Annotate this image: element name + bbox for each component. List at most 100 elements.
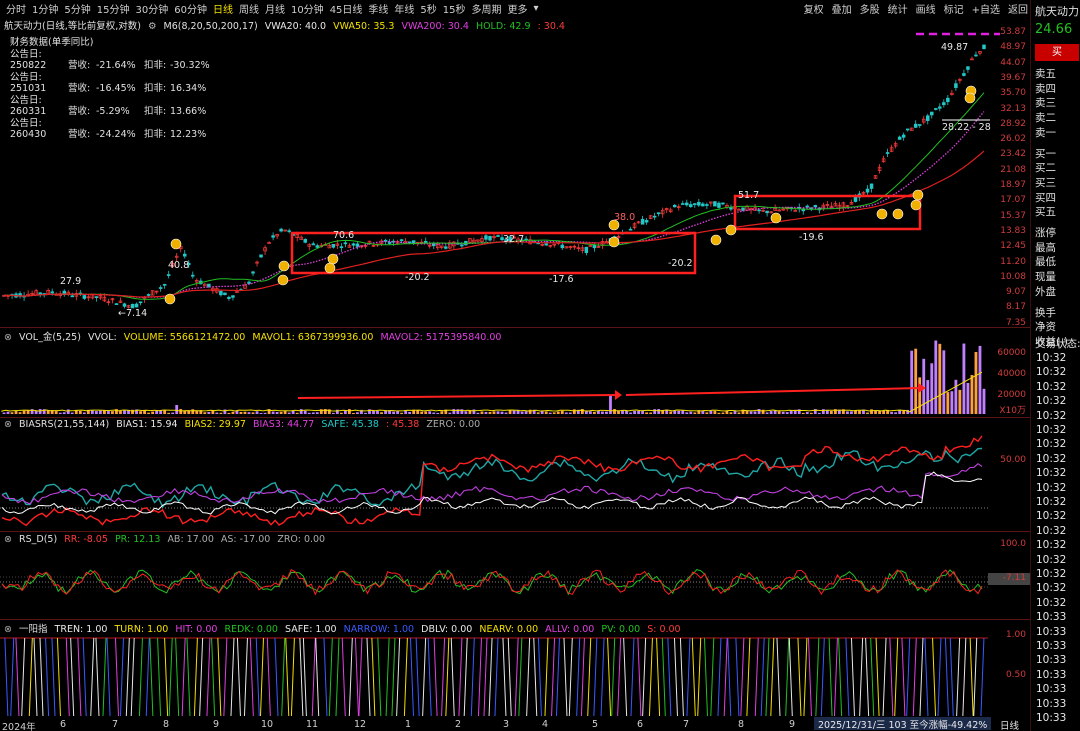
toolbar-button[interactable]: 画线 bbox=[916, 1, 936, 16]
signal-line bbox=[463, 637, 468, 717]
buy-button[interactable]: 买 bbox=[1035, 44, 1079, 61]
tab-timeframe[interactable]: 季线 bbox=[368, 1, 388, 16]
tab-timeframe[interactable]: 30分钟 bbox=[135, 1, 168, 16]
candle-body bbox=[166, 274, 171, 276]
bias-chart[interactable] bbox=[0, 418, 1030, 530]
signal-line bbox=[427, 637, 432, 717]
signal-line bbox=[937, 637, 942, 717]
date-tick-label: 12 bbox=[354, 719, 367, 730]
candle-body bbox=[930, 111, 934, 116]
chevron-down-icon[interactable]: ▾ bbox=[534, 3, 539, 14]
yiyang-chart[interactable] bbox=[0, 620, 1030, 718]
volume-bar bbox=[910, 350, 914, 414]
tab-timeframe[interactable]: 周线 bbox=[239, 1, 259, 16]
stock-name: 航天动力 bbox=[1035, 5, 1079, 18]
toolbar-button[interactable]: +自选 bbox=[972, 1, 1000, 16]
volume-bar bbox=[311, 412, 315, 414]
volume-bar bbox=[263, 412, 267, 414]
toolbar-button[interactable]: 叠加 bbox=[832, 1, 852, 16]
signal-line bbox=[433, 637, 438, 717]
volume-chart[interactable] bbox=[0, 328, 1030, 416]
volume-bar bbox=[613, 409, 616, 414]
signal-line bbox=[477, 637, 482, 717]
date-tick-label: 9 bbox=[789, 719, 796, 730]
axis-tick-label: -7.11 bbox=[1002, 573, 1026, 583]
signal-line bbox=[797, 637, 802, 717]
axis-tick-label: 28.92 bbox=[1000, 118, 1026, 129]
candle-body bbox=[271, 235, 275, 238]
toolbar-button[interactable]: 统计 bbox=[888, 1, 908, 16]
signal-line bbox=[845, 637, 850, 717]
tab-timeframe[interactable]: 更多 bbox=[508, 1, 528, 16]
tick-time: 10:33 bbox=[1036, 611, 1067, 624]
candle-body bbox=[50, 291, 54, 294]
tab-timeframe[interactable]: 45日线 bbox=[330, 1, 363, 16]
volume-bar bbox=[801, 412, 805, 414]
signal-line bbox=[807, 637, 812, 717]
candle-body bbox=[158, 287, 163, 289]
date-tick-label: 6 bbox=[60, 719, 67, 730]
price-chart[interactable]: 27.940.8←7.1470.6 32.738.0-20.2 -17.6-20.2… bbox=[0, 16, 1030, 326]
tab-timeframe[interactable]: 15分钟 bbox=[97, 1, 130, 16]
candle-body bbox=[460, 244, 464, 247]
tab-timeframe[interactable]: 1分钟 bbox=[32, 1, 58, 16]
price-annotation: 32.7 bbox=[503, 234, 524, 245]
volume-bar bbox=[777, 411, 781, 414]
signal-marker bbox=[324, 262, 336, 274]
tab-timeframe[interactable]: 多周期 bbox=[472, 1, 502, 16]
volume-bar bbox=[520, 411, 524, 414]
signal-line bbox=[969, 637, 974, 717]
toolbar-button[interactable]: 多股 bbox=[860, 1, 880, 16]
tab-timeframe[interactable]: 5秒 bbox=[420, 1, 436, 16]
candle-body bbox=[70, 295, 75, 298]
signal-line bbox=[223, 637, 228, 717]
order-book-label: 买三 bbox=[1035, 176, 1056, 189]
candle-body bbox=[697, 201, 701, 206]
volume-bar bbox=[18, 412, 22, 414]
signal-line bbox=[875, 637, 880, 717]
tab-timeframe[interactable]: 15秒 bbox=[443, 1, 466, 16]
status-bar: 2025/12/31/三 103 至今涨幅-49.42% bbox=[814, 717, 992, 731]
candle-body bbox=[303, 238, 307, 243]
yy-axis: 1.00 0.50 bbox=[988, 620, 1030, 718]
signal-line bbox=[587, 637, 592, 717]
tab-timeframe[interactable]: 分时 bbox=[6, 1, 26, 16]
tab-timeframe[interactable]: 日线 bbox=[213, 1, 233, 16]
volume-bar bbox=[601, 411, 604, 414]
signal-line bbox=[328, 637, 333, 717]
candle-body bbox=[259, 254, 263, 258]
tab-timeframe[interactable]: 年线 bbox=[394, 1, 414, 16]
toolbar-button[interactable]: 返回 bbox=[1008, 1, 1028, 16]
signal-line bbox=[661, 637, 666, 717]
tick-time: 10:32 bbox=[1036, 596, 1067, 609]
tab-timeframe[interactable]: 60分钟 bbox=[174, 1, 207, 16]
tab-timeframe[interactable]: 5分钟 bbox=[64, 1, 90, 16]
volume-bar bbox=[870, 409, 873, 414]
signal-line bbox=[10, 637, 15, 717]
tab-timeframe[interactable]: 10分钟 bbox=[291, 1, 324, 16]
toolbar-button[interactable]: 复权 bbox=[804, 1, 824, 16]
candle-body bbox=[938, 106, 942, 109]
volume-bar bbox=[348, 409, 351, 414]
signal-line bbox=[186, 637, 191, 717]
candle-body bbox=[765, 210, 769, 214]
signal-line bbox=[518, 637, 523, 717]
signal-line bbox=[727, 637, 732, 717]
rs-chart[interactable] bbox=[0, 532, 1030, 618]
volume-bar bbox=[653, 409, 657, 414]
signal-line bbox=[607, 637, 612, 717]
volume-bar bbox=[428, 411, 432, 414]
volume-bar bbox=[195, 410, 199, 414]
signal-line bbox=[859, 637, 864, 717]
signal-line bbox=[299, 637, 304, 717]
tick-time: 10:32 bbox=[1036, 467, 1067, 480]
volume-bar bbox=[30, 409, 34, 414]
toolbar-button[interactable]: 标记 bbox=[944, 1, 964, 16]
volume-bar bbox=[279, 411, 283, 414]
tab-timeframe[interactable]: 月线 bbox=[265, 1, 285, 16]
candle-body bbox=[628, 228, 633, 231]
signal-line bbox=[323, 637, 328, 717]
volume-bar bbox=[247, 412, 251, 414]
volume-bar bbox=[544, 411, 548, 414]
axis-tick-label: 32.13 bbox=[1000, 103, 1026, 114]
